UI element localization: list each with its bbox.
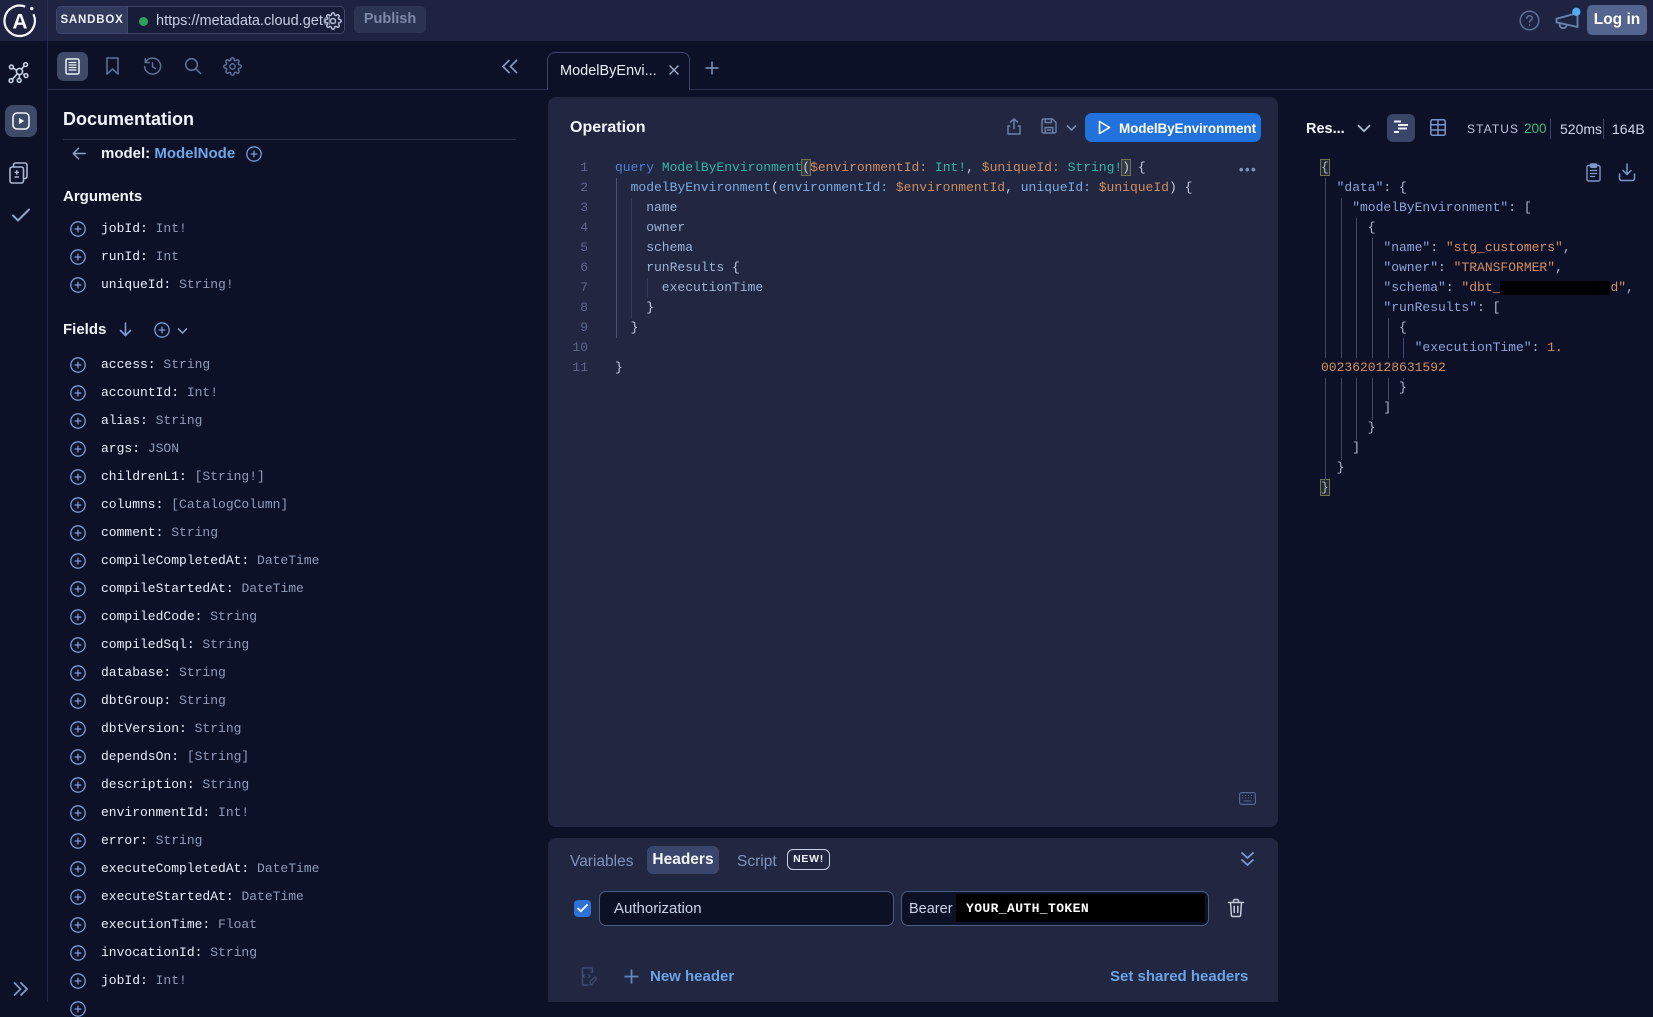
svg-text:A: A — [12, 11, 27, 34]
